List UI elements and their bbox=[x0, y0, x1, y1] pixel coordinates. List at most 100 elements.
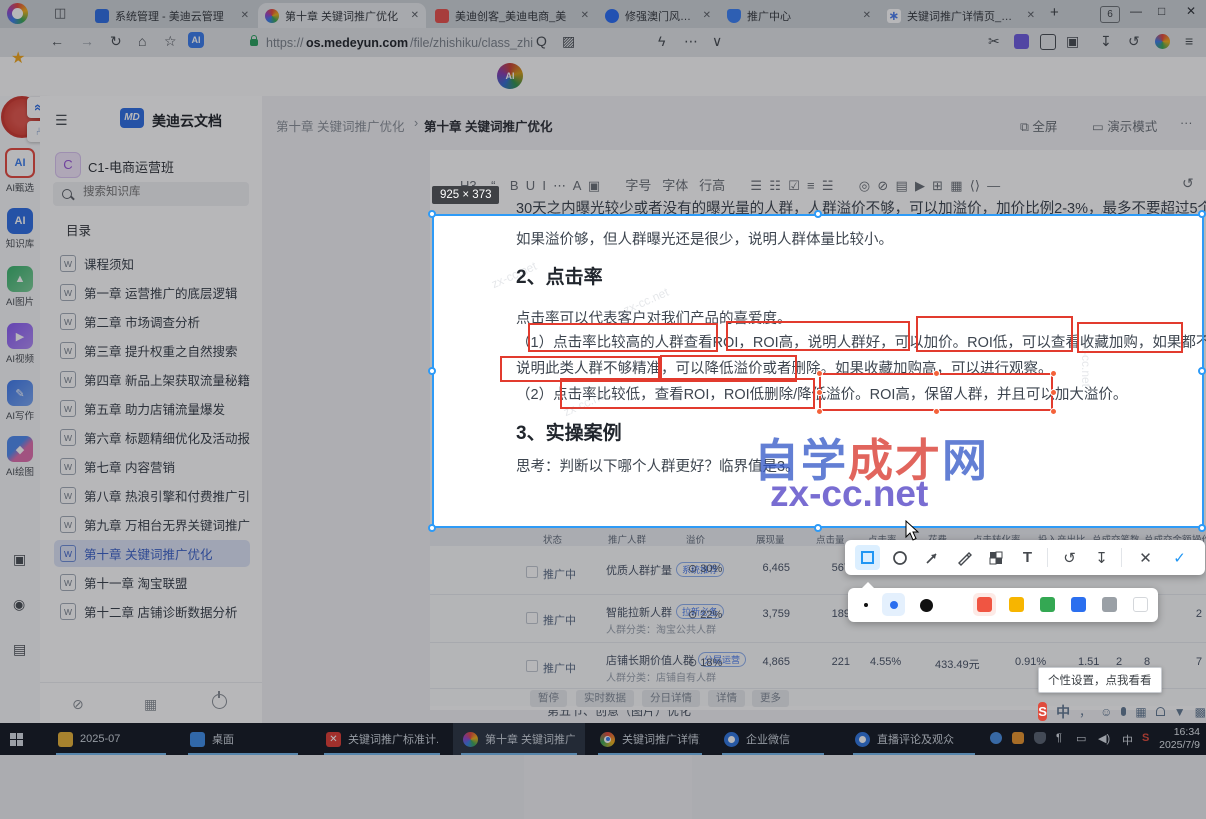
breadcrumb-parent[interactable]: 第十章 关键词推广优化 bbox=[276, 116, 404, 135]
capture-selection[interactable] bbox=[432, 214, 1204, 528]
sogou-logo-icon[interactable]: S bbox=[1038, 702, 1048, 721]
stroke-medium-dot-selected[interactable] bbox=[890, 601, 898, 609]
selection-handle[interactable] bbox=[428, 210, 436, 218]
tray-display-icon[interactable]: ▭ bbox=[1076, 732, 1086, 745]
chevron-down-icon[interactable]: ∨ bbox=[712, 33, 722, 50]
start-button[interactable] bbox=[0, 723, 44, 755]
profile-icon[interactable] bbox=[1155, 34, 1170, 49]
color-white[interactable] bbox=[1133, 597, 1148, 612]
sidebar-item-chapter[interactable]: W 第七章 内容营销 bbox=[54, 453, 250, 480]
hamburger-icon[interactable]: ☰ bbox=[55, 112, 68, 129]
extension-count-badge[interactable]: 6 bbox=[1100, 6, 1120, 23]
sidebar-item-chapter[interactable]: W 第八章 热浪引擎和付费推广引 bbox=[54, 482, 250, 509]
back-icon[interactable]: ← bbox=[50, 33, 64, 49]
tab-close-icon[interactable]: ✕ bbox=[411, 10, 419, 21]
selection-handle[interactable] bbox=[428, 367, 436, 375]
lightning-icon[interactable]: ϟ bbox=[658, 33, 665, 49]
sidebar-item-knowledge[interactable]: AI 知识库 bbox=[0, 208, 40, 250]
ime-punct-icon[interactable]: ， bbox=[1079, 703, 1091, 720]
power-icon[interactable] bbox=[212, 691, 227, 709]
download-icon[interactable]: ↧ bbox=[1100, 33, 1112, 50]
sidebar-item-chapter[interactable]: W 第九章 万相台无界关键词推广 bbox=[54, 511, 250, 538]
tray-speaker-icon[interactable]: ◀) bbox=[1098, 732, 1110, 745]
undo-icon[interactable]: ↺ bbox=[1182, 175, 1194, 192]
sidebar-item-chapter[interactable]: W 课程须知 bbox=[54, 250, 250, 277]
tray-sogou-icon[interactable]: S bbox=[1142, 732, 1149, 744]
taskbar-item-spreadsheet[interactable]: ✕ 关键词推广标准计... bbox=[316, 723, 448, 755]
window-close-button[interactable]: ✕ bbox=[1186, 4, 1196, 18]
translate-extension-icon[interactable] bbox=[1014, 34, 1029, 49]
ellipse-tool-button[interactable] bbox=[887, 545, 912, 570]
reload-icon[interactable]: ↻ bbox=[110, 33, 122, 50]
selection-handle[interactable] bbox=[1198, 210, 1206, 218]
sidebar-item-chapter[interactable]: W 第三章 提升权重之自然搜索 bbox=[54, 337, 250, 364]
window-restore-button[interactable]: □ bbox=[1158, 4, 1165, 18]
puzzle-extensions-icon[interactable]: ▣ bbox=[1066, 33, 1079, 50]
pen-tool-button[interactable] bbox=[951, 545, 976, 570]
ime-skin-icon[interactable]: ▼ bbox=[1174, 705, 1186, 719]
cancel-capture-button[interactable]: ✕ bbox=[1133, 545, 1158, 570]
ime-mic-icon[interactable] bbox=[1121, 705, 1127, 719]
taskbar-item-live-comments[interactable]: 直播评论及观众 bbox=[845, 723, 983, 755]
sidebar-item-chapter[interactable]: W 第十二章 店铺诊断数据分析 bbox=[54, 598, 250, 625]
sidebar-item-chapter[interactable]: W 第五章 助力店铺流量爆发 bbox=[54, 395, 250, 422]
color-green[interactable] bbox=[1040, 597, 1055, 612]
taskbar-item-doc-active[interactable]: 第十章 关键词推广... bbox=[453, 723, 585, 755]
color-red-selected[interactable] bbox=[977, 597, 992, 612]
confirm-capture-button[interactable]: ✓ bbox=[1167, 545, 1192, 570]
puzzle-icon[interactable]: ▣ bbox=[13, 551, 26, 568]
knowledge-search-input[interactable] bbox=[81, 185, 245, 199]
fullscreen-button[interactable]: ⧉ 全屏 bbox=[1020, 116, 1057, 135]
url-host[interactable]: os.medeyun.com bbox=[306, 36, 408, 50]
window-minimize-button[interactable]: — bbox=[1130, 4, 1142, 18]
text-tool-button[interactable]: T bbox=[1015, 545, 1040, 570]
ime-person-icon[interactable] bbox=[1155, 705, 1165, 719]
split-view-icon[interactable]: ◫ bbox=[54, 5, 66, 21]
scissors-icon[interactable]: ✂ bbox=[988, 33, 1000, 50]
sidebar-item-ai-writing[interactable]: ✎ AI写作 bbox=[0, 380, 40, 422]
settings-disc-icon[interactable]: ◉ bbox=[13, 596, 25, 613]
workspace-name[interactable]: C1-电商运营班 bbox=[88, 157, 174, 176]
taskbar-item-wecom[interactable]: 企业微信 bbox=[714, 723, 832, 755]
browser-tab[interactable]: 美迪创客_美迪电商_美 ✕ bbox=[428, 3, 596, 28]
color-yellow[interactable] bbox=[1009, 597, 1024, 612]
taskbar-item-desktop[interactable]: 桌面 bbox=[180, 723, 306, 755]
selection-handle[interactable] bbox=[428, 524, 436, 532]
download-button[interactable]: ↧ bbox=[1089, 545, 1114, 570]
present-mode-button[interactable]: ▭ 演示模式 bbox=[1092, 116, 1157, 135]
briefcase-icon[interactable]: ▤ bbox=[13, 641, 26, 658]
bookmark-icon[interactable]: ☆ bbox=[164, 33, 177, 50]
stroke-small-dot[interactable] bbox=[864, 603, 868, 607]
edit-disabled-icon[interactable]: ⊘ bbox=[72, 696, 84, 713]
sidebar-item-ai-image[interactable]: ▲ AI图片 bbox=[0, 266, 40, 308]
knowledge-search-box[interactable] bbox=[53, 182, 249, 206]
arrow-tool-button[interactable] bbox=[919, 545, 944, 570]
undo-button[interactable]: ↺ bbox=[1057, 545, 1082, 570]
star-bookmark-icon[interactable]: ★ bbox=[11, 48, 25, 68]
sidebar-item-ai-select[interactable]: AI AI甄选 bbox=[0, 148, 40, 194]
taskbar-item-folder[interactable]: 2025-07 bbox=[48, 723, 174, 755]
image-tool-icon[interactable]: ▨ bbox=[562, 33, 575, 50]
mosaic-tool-button[interactable] bbox=[983, 545, 1008, 570]
editor-toolbar[interactable]: H3 “ B U I ⋯ A ▣ 字号 字体 行高 ☰ ☷ ☑ ≡ ☱ ◎ ⊘ … bbox=[460, 175, 1160, 194]
ai-extension-icon[interactable]: AI bbox=[188, 32, 204, 48]
sidebar-item-chapter[interactable]: W 第六章 标题精细优化及活动报 bbox=[54, 424, 250, 451]
ssl-lock-icon[interactable] bbox=[250, 35, 258, 46]
tab-close-icon[interactable]: ✕ bbox=[581, 10, 589, 21]
ime-keyboard-icon[interactable]: ▦ bbox=[1135, 705, 1146, 719]
ime-lang-icon[interactable]: 中 bbox=[1056, 702, 1070, 722]
stroke-large-dot[interactable] bbox=[920, 599, 933, 612]
browser-tab-active[interactable]: 第十章 关键词推广优化 ✕ bbox=[258, 3, 426, 28]
screenshot-extension-icon[interactable] bbox=[1040, 34, 1056, 50]
ime-emoji-icon[interactable]: ☺ bbox=[1100, 705, 1112, 719]
selection-handle[interactable] bbox=[814, 210, 822, 218]
calendar-icon[interactable]: ▦ bbox=[144, 696, 157, 713]
tray-wecom-icon[interactable] bbox=[990, 732, 1002, 744]
taskbar-clock[interactable]: 16:34 2025/7/9 bbox=[1159, 726, 1200, 752]
sidebar-item-chapter[interactable]: W 第一章 运营推广的底层逻辑 bbox=[54, 279, 250, 306]
tray-ime-icon[interactable]: 中 bbox=[1122, 732, 1133, 748]
sidebar-item-ai-drawing[interactable]: ◆ AI绘图 bbox=[0, 436, 40, 478]
selection-handle[interactable] bbox=[1198, 524, 1206, 532]
sidebar-item-chapter[interactable]: W 第十一章 淘宝联盟 bbox=[54, 569, 250, 596]
tab-close-icon[interactable]: ✕ bbox=[703, 10, 711, 21]
